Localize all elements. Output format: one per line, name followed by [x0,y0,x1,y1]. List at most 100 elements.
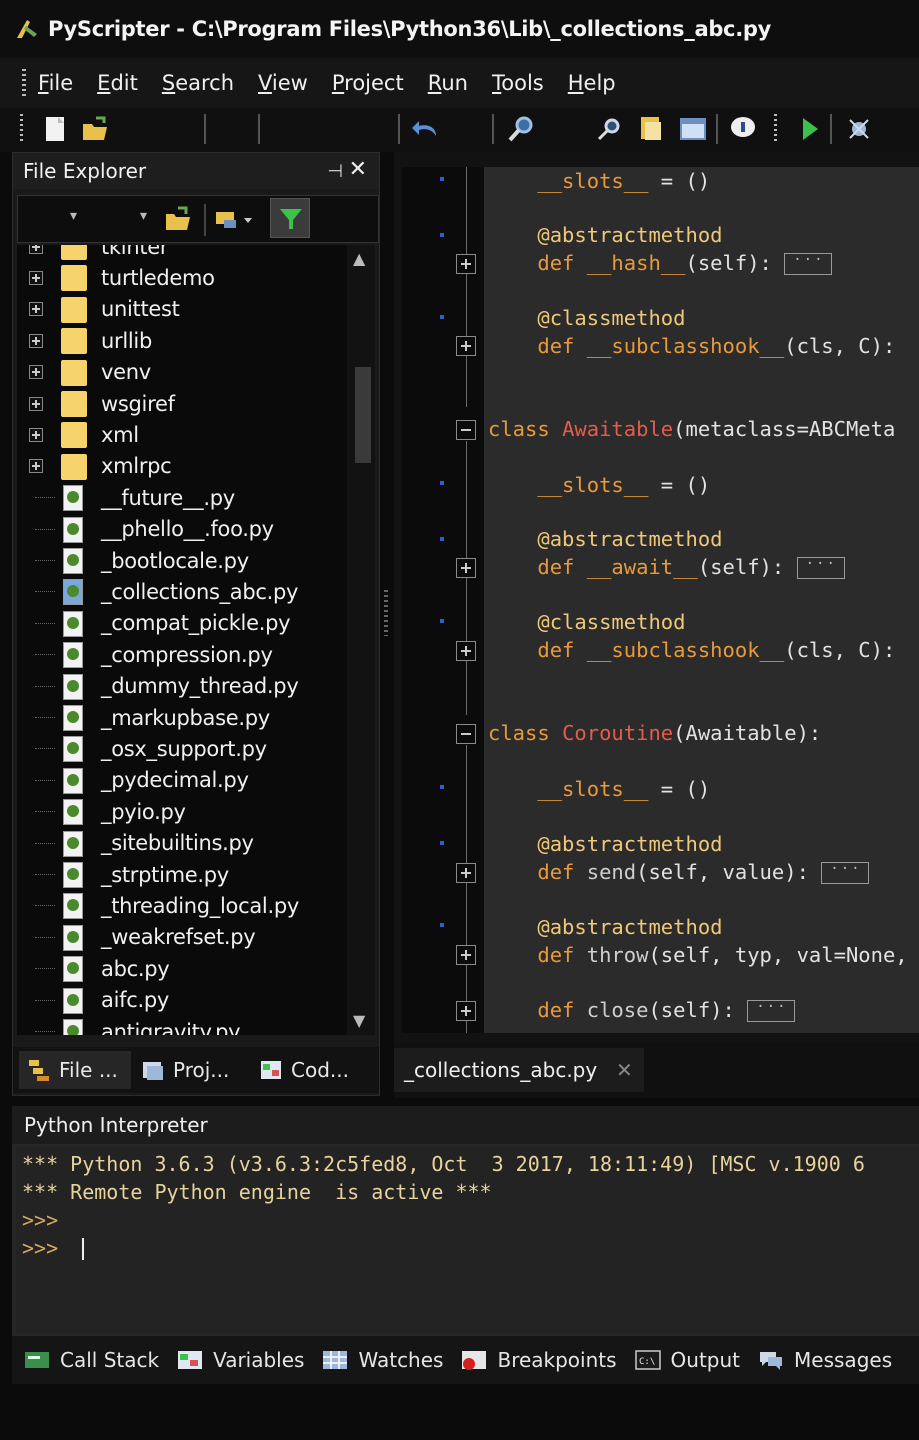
tree-file-row[interactable]: antigravity.py [17,1016,347,1035]
info-icon[interactable] [728,114,758,144]
tree-file-row[interactable]: _compression.py [17,639,347,670]
open-folder-icon[interactable] [80,114,110,144]
expand-node-icon[interactable] [29,427,43,442]
expand-node-icon[interactable] [29,365,43,380]
expand-node-icon[interactable] [29,396,43,411]
browse-folder-icon[interactable] [164,206,192,232]
menu-help[interactable]: Help [568,71,616,95]
tree-file-row[interactable]: _collections_abc.py [17,576,347,607]
menu-tools[interactable]: Tools [492,71,544,95]
tree-file-row[interactable]: _strptime.py [17,859,347,890]
tab-watches[interactable]: Watches [322,1348,443,1372]
debug-icon[interactable] [844,114,874,144]
find-icon[interactable] [506,114,536,144]
tree-folder-row[interactable]: urllib [17,325,347,356]
tree-file-row[interactable]: __phello__.foo.py [17,514,347,545]
expand-fold-icon[interactable] [456,863,476,883]
expand-fold-icon[interactable] [456,254,476,274]
new-file-icon[interactable] [40,114,70,144]
tree-file-row[interactable]: _bootlocale.py [17,545,347,576]
toolbar-grip[interactable] [20,114,23,144]
scroll-up-icon[interactable]: ▲ [353,249,365,268]
breakpoint-marker[interactable] [440,315,444,319]
undo-icon[interactable] [410,114,440,144]
menu-project[interactable]: Project [332,71,404,95]
tree-file-row[interactable]: _sitebuiltins.py [17,828,347,859]
expand-node-icon[interactable] [29,459,43,474]
breakpoint-marker[interactable] [440,923,444,927]
expand-node-icon[interactable] [29,302,43,317]
tab-variables[interactable]: Variables [177,1348,304,1372]
close-panel-button[interactable]: ✕ [349,157,367,182]
tree-file-row[interactable]: _weakrefset.py [17,922,347,953]
run-icon[interactable] [794,114,824,144]
tab-messages[interactable]: Messages [758,1348,892,1372]
tab-breakpoints[interactable]: Breakpoints [461,1348,617,1372]
interpreter-console[interactable]: *** Python 3.6.3 (v3.6.3:2c5fed8, Oct 3 … [16,1146,919,1334]
expand-fold-icon[interactable] [456,1001,476,1021]
expand-node-icon[interactable] [29,270,43,285]
filter-icon[interactable] [270,198,310,238]
close-tab-icon[interactable]: ✕ [616,1058,633,1082]
window-icon[interactable] [678,114,708,144]
menu-file[interactable]: File [38,71,73,95]
tab-code-explorer[interactable]: Cod... [257,1051,369,1089]
collapse-fold-icon[interactable] [456,420,476,440]
breakpoint-marker[interactable] [440,177,444,181]
menu-search[interactable]: Search [162,71,234,95]
tree-folder-row[interactable]: xml [17,419,347,450]
splitter-grip[interactable] [384,590,388,636]
breakpoint-marker[interactable] [440,233,444,237]
tree-folder-row[interactable]: tkinter [17,245,347,262]
editor-tab-collections-abc[interactable]: _collections_abc.py ✕ [394,1048,644,1092]
menu-view[interactable]: View [258,71,308,95]
expand-node-icon[interactable] [29,245,43,254]
tree-folder-row[interactable]: venv [17,357,347,388]
tab-project-explorer[interactable]: Proj... [139,1051,251,1089]
tree-file-row[interactable]: abc.py [17,953,347,984]
tree-file-row[interactable]: __future__.py [17,482,347,513]
menu-grip[interactable] [22,69,26,97]
replace-icon[interactable] [636,114,666,144]
tree-file-row[interactable]: _markupbase.py [17,702,347,733]
breakpoint-marker[interactable] [440,481,444,485]
breakpoint-marker[interactable] [440,785,444,789]
tree-folder-row[interactable]: turtledemo [17,262,347,293]
expand-fold-icon[interactable] [456,945,476,965]
forward-dropdown-icon[interactable]: ▾ [140,208,147,224]
tree-connector [35,654,55,656]
pin-icon[interactable]: ⊣ [327,161,343,182]
tab-output[interactable]: C:\ Output [634,1348,740,1372]
collapse-fold-icon[interactable] [456,724,476,744]
menu-run[interactable]: Run [428,71,468,95]
expand-fold-icon[interactable] [456,558,476,578]
tree-folder-row[interactable]: xmlrpc [17,451,347,482]
toolbar-grip[interactable] [774,114,777,144]
tab-file-explorer[interactable]: File ... [19,1051,131,1089]
find-in-files-icon[interactable] [594,114,624,144]
tree-file-row[interactable]: _pyio.py [17,796,347,827]
tree-file-row[interactable]: _osx_support.py [17,733,347,764]
breakpoint-marker[interactable] [440,537,444,541]
menu-edit[interactable]: Edit [97,71,138,95]
tree-folder-row[interactable]: unittest [17,294,347,325]
folder-view-dropdown-icon[interactable] [214,206,262,234]
expand-node-icon[interactable] [29,333,43,348]
menu-bar: File Edit Search View Project Run Tools … [0,58,919,108]
tree-file-row[interactable]: _pydecimal.py [17,765,347,796]
tree-folder-row[interactable]: wsgiref [17,388,347,419]
tree-file-row[interactable]: _compat_pickle.py [17,608,347,639]
expand-fold-icon[interactable] [456,641,476,661]
back-dropdown-icon[interactable]: ▾ [70,208,77,224]
scrollbar-thumb[interactable] [355,367,371,463]
tree-file-row[interactable]: aifc.py [17,985,347,1016]
expand-fold-icon[interactable] [456,336,476,356]
code-editor[interactable]: __slots__ = () @abstractmethod def __has… [484,167,919,1033]
breakpoint-marker[interactable] [440,841,444,845]
breakpoint-marker[interactable] [440,619,444,623]
tree-file-row[interactable]: _threading_local.py [17,890,347,921]
tree-file-row[interactable]: _dummy_thread.py [17,671,347,702]
scroll-down-icon[interactable]: ▼ [353,1011,365,1030]
tree-scrollbar[interactable]: ▲ ▼ [347,245,375,1035]
tab-call-stack[interactable]: Call Stack [24,1348,159,1372]
